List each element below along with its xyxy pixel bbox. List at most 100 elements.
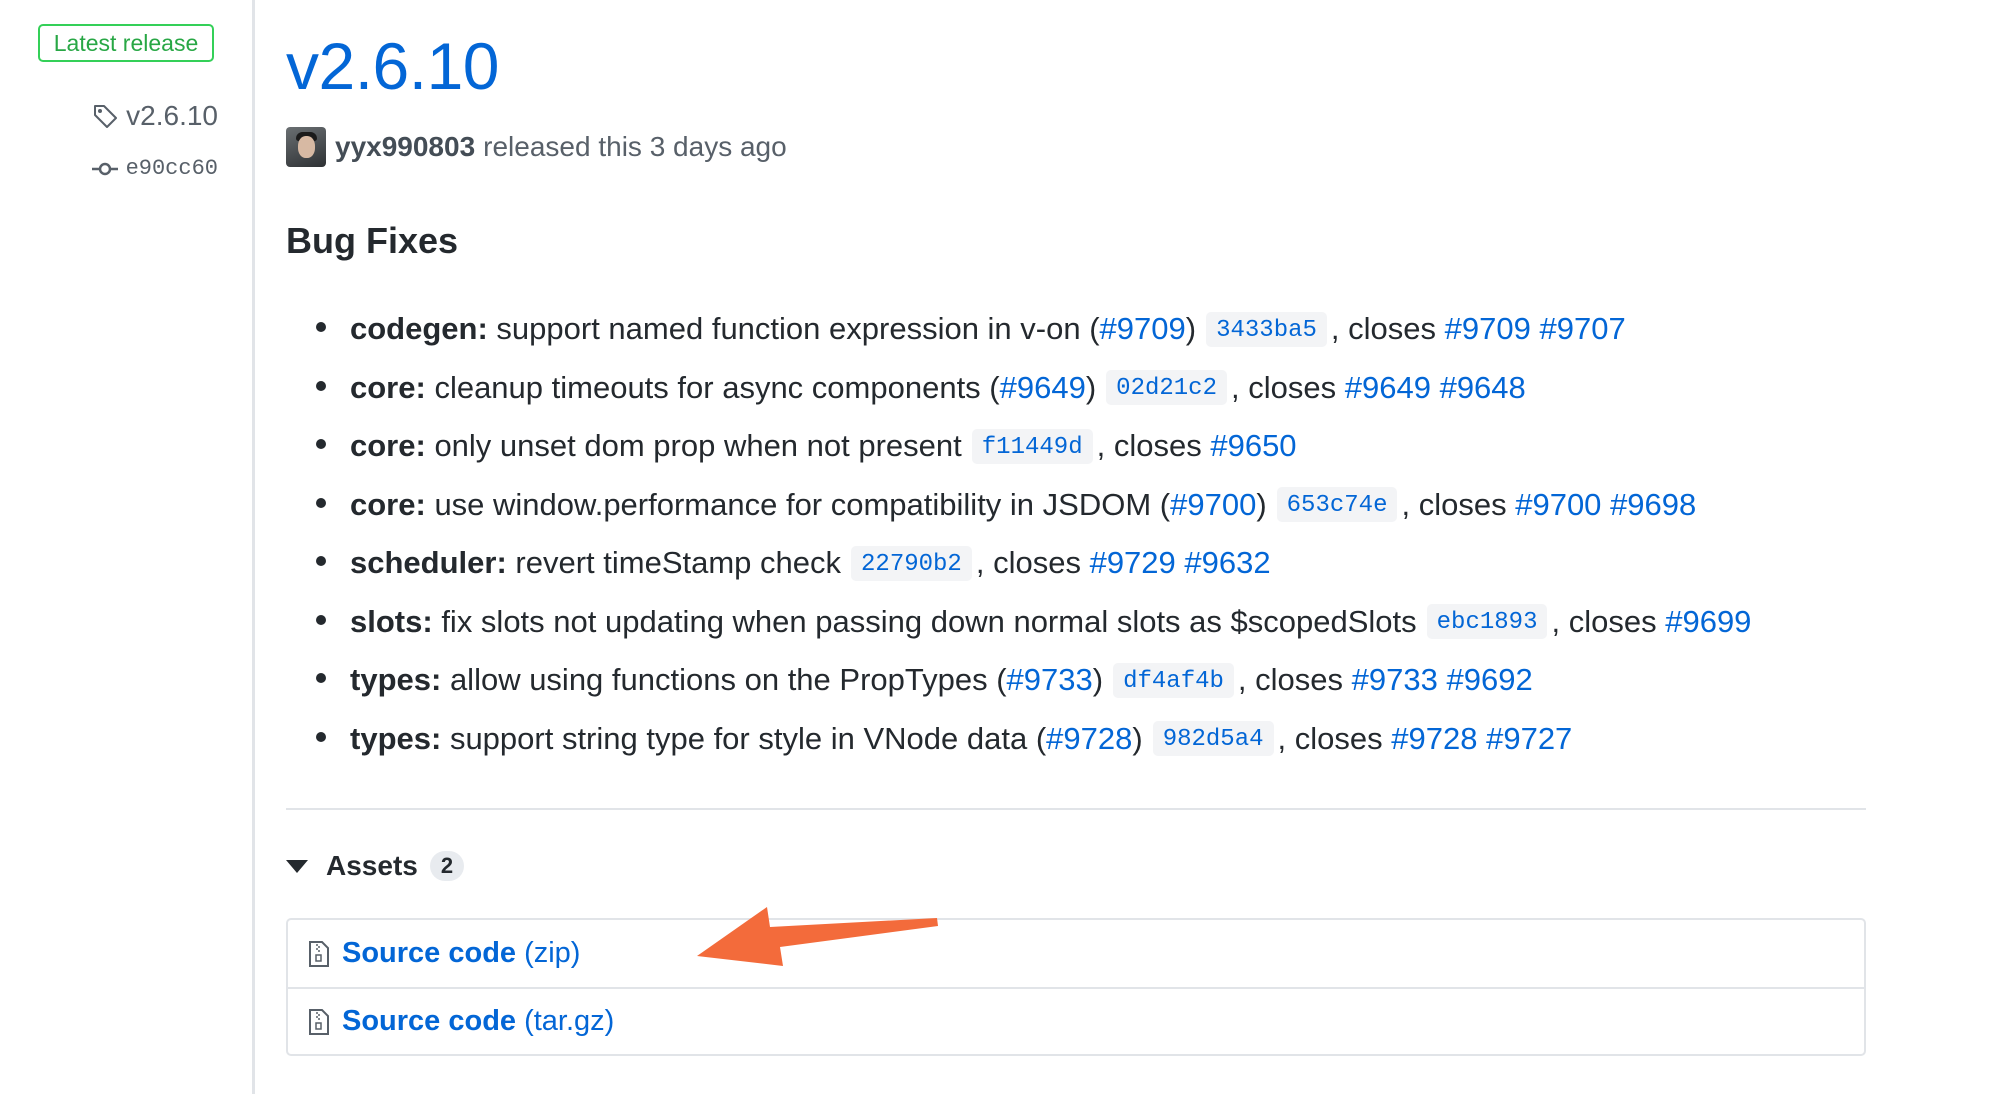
fix-scope: core: bbox=[350, 369, 426, 405]
latest-release-badge: Latest release bbox=[38, 24, 214, 62]
issue-link[interactable]: #9632 bbox=[1184, 545, 1270, 581]
pr-link[interactable]: #9728 bbox=[1046, 721, 1132, 757]
commit-sha-link[interactable]: 02d21c2 bbox=[1106, 370, 1227, 406]
fix-description: cleanup timeouts for async components bbox=[434, 369, 981, 405]
assets-count-badge: 2 bbox=[429, 851, 465, 881]
closes-label: , closes bbox=[1096, 428, 1202, 464]
fix-scope: slots: bbox=[350, 603, 433, 639]
bug-fix-text: codegen: support named function expressi… bbox=[350, 311, 1626, 347]
commit-sha-link[interactable]: f11449d bbox=[971, 428, 1093, 464]
bullet bbox=[316, 322, 326, 333]
bug-fix-text: core: only unset dom prop when not prese… bbox=[350, 428, 1297, 464]
fix-description: support string type for style in VNode d… bbox=[449, 720, 1028, 756]
issue-link[interactable]: #9733 bbox=[1352, 662, 1438, 698]
commit-sha-link[interactable]: 22790b2 bbox=[851, 545, 972, 581]
list-item: types: support string type for style in … bbox=[286, 710, 1751, 769]
tag-link[interactable]: v2.6.10 bbox=[92, 100, 218, 132]
commit-sha: e90cc60 bbox=[125, 156, 218, 181]
asset-source-zip[interactable]: Source code (zip) bbox=[288, 920, 1864, 987]
bullet bbox=[316, 614, 326, 625]
file-zip-icon bbox=[309, 1008, 329, 1035]
pr-link[interactable]: #9709 bbox=[1100, 311, 1186, 347]
closes-label: , closes bbox=[1330, 311, 1437, 347]
pr-link[interactable]: #9700 bbox=[1170, 487, 1256, 523]
fix-scope: codegen: bbox=[350, 311, 488, 347]
avatar[interactable] bbox=[286, 127, 326, 167]
released-text: released this 3 days ago bbox=[483, 131, 787, 162]
bug-fix-text: scheduler: revert timeStamp check 22790b2… bbox=[350, 545, 1271, 581]
bug-fix-text: core: use window.performance for compati… bbox=[350, 486, 1697, 523]
list-item: codegen: support named function expressi… bbox=[286, 300, 1751, 359]
closes-label: , closes bbox=[1231, 369, 1337, 405]
issue-link[interactable]: #9707 bbox=[1539, 311, 1625, 347]
list-item: core: only unset dom prop when not prese… bbox=[286, 417, 1751, 476]
issue-link[interactable]: #9699 bbox=[1665, 604, 1751, 640]
list-item: types: allow using functions on the Prop… bbox=[286, 651, 1751, 710]
closes-label: , closes bbox=[975, 545, 1081, 581]
bug-fix-text: types: support string type for style in … bbox=[350, 720, 1573, 757]
fix-description: revert timeStamp check bbox=[515, 545, 842, 581]
fix-description: use window.performance for compatibility… bbox=[434, 486, 1152, 522]
commit-sha-link[interactable]: 653c74e bbox=[1276, 487, 1398, 523]
bullet bbox=[316, 731, 326, 742]
assets-toggle[interactable]: Assets 2 bbox=[286, 850, 465, 882]
closes-label: , closes bbox=[1551, 603, 1657, 639]
asset-ext: (zip) bbox=[524, 937, 581, 969]
tag-icon bbox=[94, 105, 118, 128]
file-zip-icon bbox=[309, 940, 329, 967]
asset-ext: (tar.gz) bbox=[524, 1005, 615, 1037]
bug-fix-text: core: cleanup timeouts for async compone… bbox=[350, 369, 1526, 406]
release-sidebar: Latest release v2.6.10 e90cc60 bbox=[0, 0, 255, 1094]
list-item: core: use window.performance for compati… bbox=[286, 476, 1751, 535]
fix-scope: types: bbox=[350, 662, 442, 698]
issue-link[interactable]: #9649 bbox=[1345, 370, 1431, 406]
issue-link[interactable]: #9650 bbox=[1210, 428, 1296, 464]
issue-link[interactable]: #9729 bbox=[1090, 545, 1176, 581]
commit-sha-link[interactable]: df4af4b bbox=[1113, 662, 1234, 698]
issue-link[interactable]: #9727 bbox=[1486, 721, 1572, 757]
list-item: slots: fix slots not updating when passi… bbox=[286, 593, 1751, 652]
triangle-down-icon bbox=[286, 859, 308, 873]
section-heading: Bug Fixes bbox=[286, 220, 459, 261]
closes-label: , closes bbox=[1401, 486, 1507, 522]
commit-link[interactable]: e90cc60 bbox=[91, 156, 218, 181]
issue-link[interactable]: #9728 bbox=[1391, 721, 1477, 757]
fix-description: support named function expression in v-o… bbox=[496, 311, 1081, 347]
pr-link[interactable]: #9649 bbox=[1000, 370, 1086, 406]
fix-scope: scheduler: bbox=[350, 545, 507, 581]
issue-link[interactable]: #9648 bbox=[1440, 370, 1526, 406]
tag-label: v2.6.10 bbox=[126, 100, 218, 131]
issue-link[interactable]: #9709 bbox=[1445, 311, 1531, 347]
fix-description: only unset dom prop when not present bbox=[434, 428, 962, 464]
author-link[interactable]: yyx990803 bbox=[335, 131, 475, 163]
list-item: scheduler: revert timeStamp check 22790b2… bbox=[286, 534, 1751, 593]
bug-fix-text: slots: fix slots not updating when passi… bbox=[350, 604, 1751, 640]
commit-sha-link[interactable]: 3433ba5 bbox=[1206, 311, 1327, 347]
assets-label: Assets bbox=[326, 850, 418, 881]
issue-link[interactable]: #9700 bbox=[1515, 487, 1601, 523]
asset-name: Source code bbox=[342, 937, 517, 969]
closes-label: , closes bbox=[1277, 720, 1383, 756]
closes-label: , closes bbox=[1237, 662, 1344, 698]
list-item: core: cleanup timeouts for async compone… bbox=[286, 359, 1751, 418]
assets-list: Source code (zip) Source code (tar.gz) bbox=[286, 918, 1866, 1056]
release-meta: yyx990803 released this 3 days ago bbox=[286, 127, 787, 167]
commit-sha-link[interactable]: ebc1893 bbox=[1426, 604, 1548, 640]
issue-link[interactable]: #9692 bbox=[1446, 662, 1532, 698]
fix-scope: core: bbox=[350, 428, 426, 464]
pr-link[interactable]: #9733 bbox=[1007, 662, 1093, 698]
bullet bbox=[316, 497, 326, 508]
release-title[interactable]: v2.6.10 bbox=[286, 28, 500, 104]
divider bbox=[286, 808, 1866, 810]
bullet bbox=[316, 439, 326, 450]
bug-fix-list: codegen: support named function expressi… bbox=[286, 300, 1751, 768]
commit-sha-link[interactable]: 982d5a4 bbox=[1152, 721, 1274, 757]
fix-description: allow using functions on the PropTypes bbox=[449, 662, 988, 698]
bullet bbox=[316, 673, 326, 684]
asset-source-targz[interactable]: Source code (tar.gz) bbox=[288, 987, 1864, 1054]
asset-name: Source code bbox=[342, 1005, 517, 1037]
bug-fix-text: types: allow using functions on the Prop… bbox=[350, 662, 1533, 698]
issue-link[interactable]: #9698 bbox=[1610, 487, 1696, 523]
fix-description: fix slots not updating when passing down… bbox=[441, 603, 1417, 639]
bullet bbox=[316, 380, 326, 391]
